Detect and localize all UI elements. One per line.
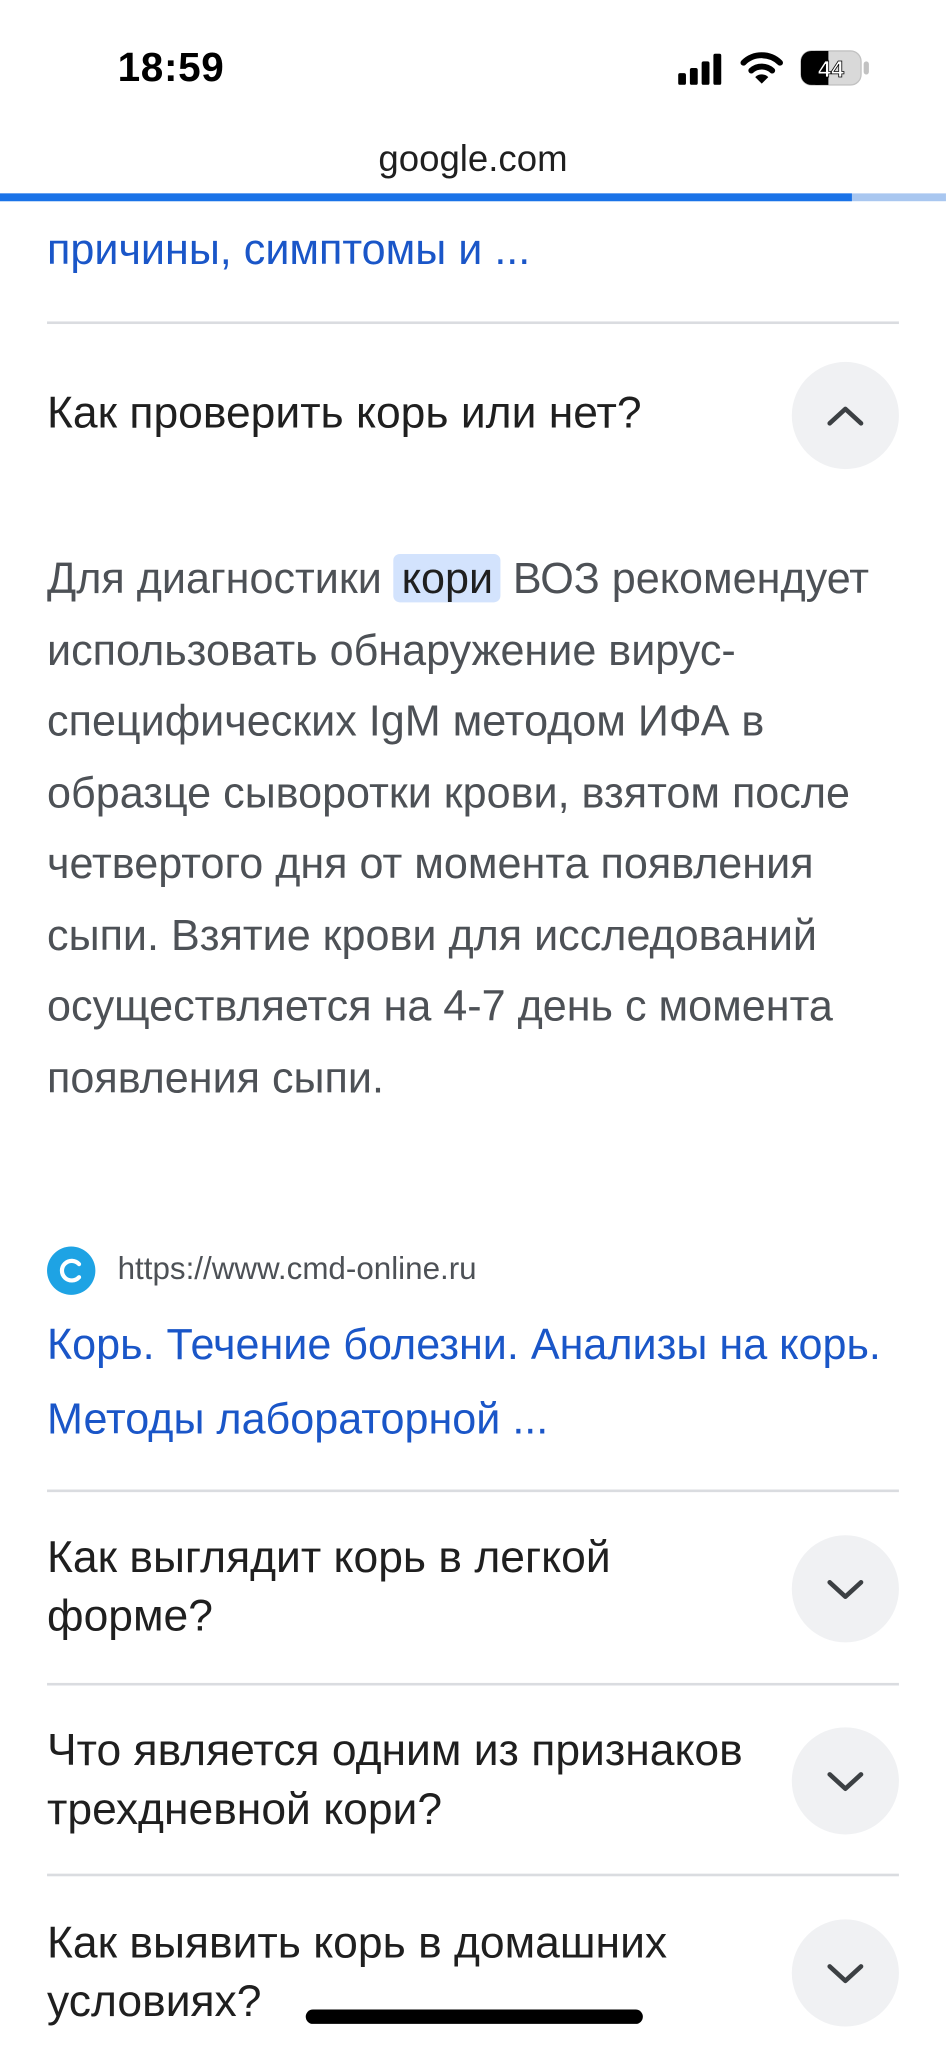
divider [47,321,899,325]
chevron-down-icon [827,1772,864,1792]
source-row[interactable]: https://www.cmd-online.ru [47,1244,477,1296]
faq-question-1[interactable]: Как выглядит корь в легкой форме? [47,1529,753,1647]
cmd-favicon-icon [47,1245,96,1295]
wifi-icon [740,52,783,84]
expand-question-button[interactable] [791,1727,899,1835]
divider [47,1873,899,1877]
page-load-progress-fill [0,193,852,202]
battery-level: 44 [818,56,844,82]
collapse-question-button[interactable] [791,361,899,470]
answer-text-before: Для диагностики [47,553,382,603]
answer-highlight: кори [393,553,501,603]
divider [47,1489,899,1493]
expand-question-button[interactable] [791,1919,899,2027]
expand-question-button[interactable] [791,1535,899,1643]
answer-text-after: ВОЗ рекомендует использовать обнаружение… [47,553,870,1101]
page-load-progress [0,193,946,202]
chevron-up-icon [827,406,864,426]
address-bar-url[interactable]: google.com [0,138,946,180]
cellular-signal-icon [678,53,722,85]
faq-question-2[interactable]: Что является одним из признаков трехднев… [47,1722,753,1840]
screen: 18:59 44 google.com причины, симптомы и … [0,0,946,2049]
divider [47,1682,899,1686]
faq-question-expanded[interactable]: Как проверить корь или нет? [47,384,753,443]
home-indicator[interactable] [305,2009,643,2024]
chevron-down-icon [827,1580,864,1599]
battery-icon: 44 [800,50,869,86]
previous-result-title-link[interactable]: причины, симптомы и ... [47,225,896,275]
chevron-down-icon [827,1964,864,1984]
status-time: 18:59 [117,44,225,91]
faq-answer: Для диагностики кори ВОЗ рекомендует исп… [47,544,909,1114]
source-url[interactable]: https://www.cmd-online.ru [118,1252,477,1289]
source-result-title-link[interactable]: Корь. Течение болезни. Анализы на корь. … [47,1307,909,1456]
